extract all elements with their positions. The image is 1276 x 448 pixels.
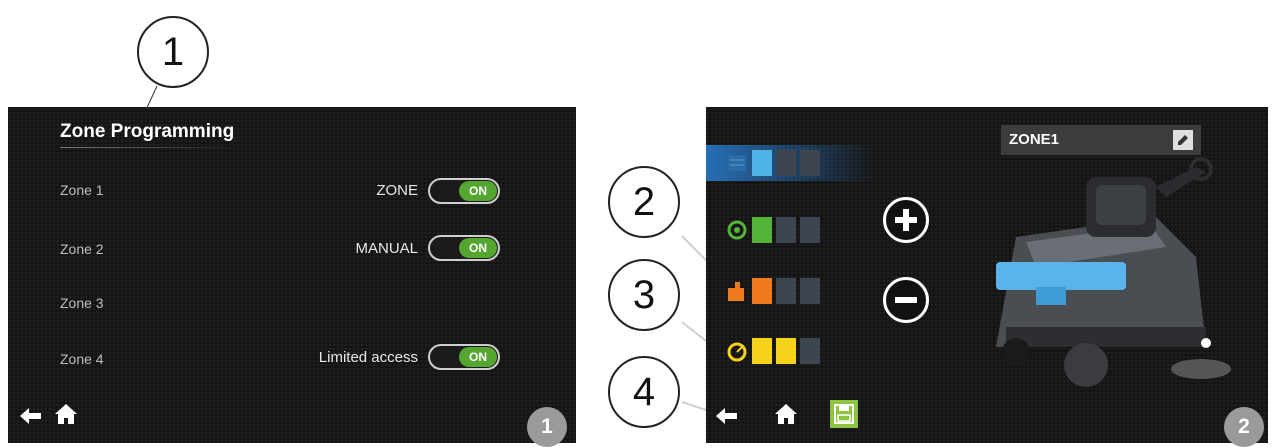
callout-2: 2 (608, 166, 680, 238)
page-title: Zone Programming (60, 121, 235, 142)
limited-access-label: Limited access (318, 349, 418, 366)
zone-item-1[interactable]: Zone 1 (60, 182, 104, 198)
limited-access-toggle[interactable]: ON (428, 344, 500, 370)
level-segment (752, 338, 772, 364)
home-icon (775, 404, 797, 424)
home-button[interactable] (773, 402, 799, 426)
brush-speed-icon (728, 155, 746, 171)
back-button[interactable] (714, 404, 740, 428)
sweeper-machine-image (996, 157, 1231, 387)
speed-icon (727, 342, 747, 362)
save-icon (834, 404, 854, 424)
title-divider (60, 147, 230, 148)
home-icon (55, 404, 77, 424)
level-segment (752, 278, 772, 304)
plus-icon (895, 209, 917, 231)
save-button[interactable] (830, 400, 858, 428)
zone-toggle-state: ON (459, 181, 497, 201)
manual-option-label: MANUAL (355, 240, 418, 257)
manual-toggle[interactable]: ON (428, 235, 500, 261)
level-segment (776, 338, 796, 364)
arrow-left-icon (716, 408, 737, 424)
screen-badge: 2 (1224, 407, 1264, 447)
screen-badge: 1 (527, 407, 567, 447)
level-segment (776, 217, 796, 243)
level-segment (800, 150, 820, 176)
zone-option-label: ZONE (376, 182, 418, 199)
pencil-icon (1178, 135, 1188, 145)
callout-3: 3 (608, 259, 680, 331)
zone-item-3[interactable]: Zone 3 (60, 295, 104, 311)
increase-button[interactable] (883, 197, 929, 243)
level-segment (776, 150, 796, 176)
manual-toggle-state: ON (459, 238, 497, 258)
arrow-left-icon (20, 408, 41, 424)
zone-item-2[interactable]: Zone 2 (60, 241, 104, 257)
level-segment (752, 217, 772, 243)
level-segment (800, 217, 820, 243)
decrease-button[interactable] (883, 277, 929, 323)
zone-name-value: ZONE1 (1009, 131, 1060, 148)
zone-toggle[interactable]: ON (428, 178, 500, 204)
zone-item-4[interactable]: Zone 4 (60, 351, 104, 367)
level-segment (800, 338, 820, 364)
back-button[interactable] (18, 404, 44, 428)
vacuum-icon (727, 220, 747, 240)
water-icon (728, 282, 744, 301)
level-segment (752, 150, 772, 176)
callout-1: 1 (137, 16, 209, 88)
home-button[interactable] (53, 402, 79, 426)
minus-icon (895, 297, 917, 303)
level-segment (776, 278, 796, 304)
zone-settings-screen: ZONE1 2 (706, 107, 1268, 447)
callout-4: 4 (608, 356, 680, 428)
limited-access-toggle-state: ON (459, 347, 497, 367)
level-segment (800, 278, 820, 304)
zone-programming-screen: Zone Programming Zone 1 Zone 2 Zone 3 Zo… (8, 107, 576, 447)
